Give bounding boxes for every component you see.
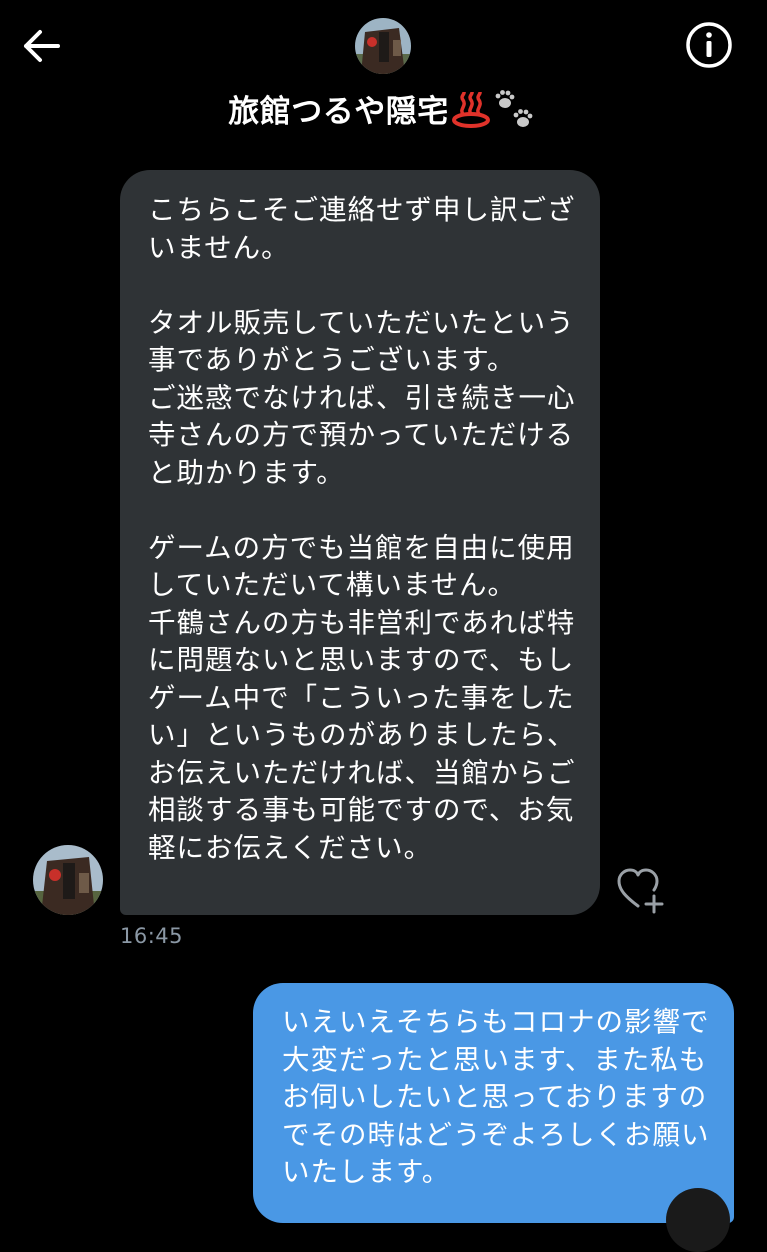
back-button[interactable] [18, 24, 66, 68]
outgoing-message-text: いえいえそちらもコロナの影響で大変だったと思います、また私もお伺いしたいと思って… [282, 1006, 710, 1188]
paw-prints-emoji [493, 89, 539, 138]
hot-springs-emoji [451, 89, 491, 136]
incoming-message-bubble[interactable]: こちらこそご連絡せず申し訳ございません。 タオル販売していただいたという事であり… [120, 170, 600, 915]
avatar-image [355, 18, 411, 74]
conversation-title-text: 旅館つるや隠宅 [228, 94, 449, 130]
avatar-image [33, 845, 103, 915]
heart-plus-icon [617, 868, 664, 914]
arrow-left-icon [24, 30, 60, 62]
header-avatar[interactable] [355, 18, 411, 74]
conversation-header: 旅館つるや隠宅 [0, 0, 767, 150]
sender-avatar[interactable] [33, 845, 103, 915]
outgoing-message-bubble[interactable]: いえいえそちらもコロナの影響で大変だったと思います、また私もお伺いしたいと思って… [253, 983, 734, 1223]
conversation-title[interactable]: 旅館つるや隠宅 [0, 86, 767, 138]
info-button[interactable] [684, 20, 734, 70]
incoming-message-text: こちらこそご連絡せず申し訳ございません。 タオル販売していただいたという事であり… [148, 194, 576, 864]
message-timestamp: 16:45 [120, 924, 184, 948]
scroll-to-bottom-button[interactable] [666, 1188, 730, 1252]
add-reaction-button[interactable] [616, 866, 668, 914]
info-icon [686, 22, 732, 68]
